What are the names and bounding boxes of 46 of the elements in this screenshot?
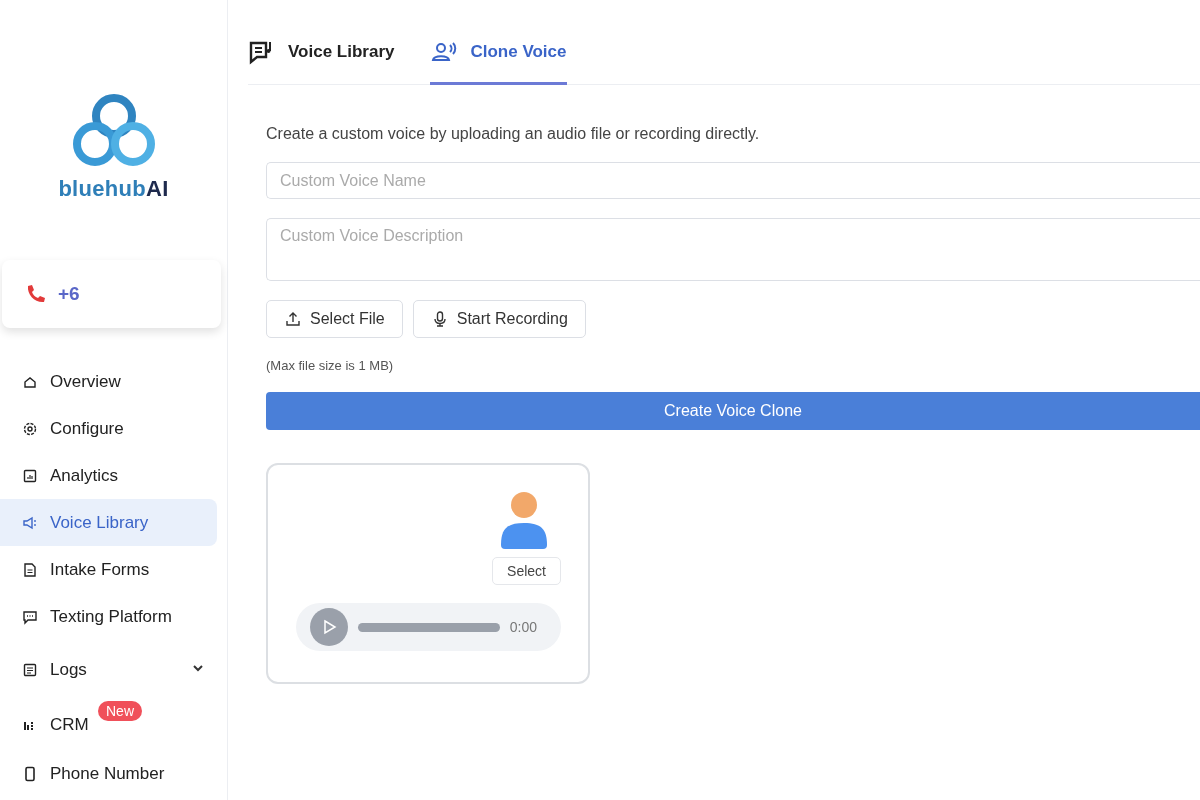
sidebar-item-label: Phone Number (50, 763, 165, 784)
play-icon (321, 619, 337, 635)
chart-icon (22, 467, 38, 484)
sidebar-item-label: Voice Library (50, 512, 149, 533)
create-voice-clone-button[interactable]: Create Voice Clone (266, 392, 1200, 430)
time-text: 0:00 (509, 619, 537, 635)
sidebar-item[interactable]: Intake Forms (0, 546, 217, 593)
voice-description-field[interactable]: Custom Voice Description (266, 218, 1200, 281)
description-text: Create a custom voice by uploading an audio file or recording directly. (266, 125, 761, 143)
list-icon (22, 661, 38, 678)
sidebar-item-label: Texting Platform (50, 606, 172, 627)
sidebar-item[interactable]: Texting Platform (0, 593, 217, 640)
brand-name: bluehubAI (58, 176, 169, 202)
sidebar-item[interactable]: Logs (0, 644, 217, 695)
sidebar-item[interactable]: Analytics (0, 452, 217, 499)
progress-track[interactable] (358, 622, 500, 632)
doc-icon (22, 561, 38, 578)
phone-number: +6 (58, 283, 80, 305)
file-size-note: (Max file size is 1 MB) (266, 358, 395, 373)
voice-name-field[interactable]: Custom Voice Name (266, 162, 1200, 199)
start-recording-button[interactable]: Start Recording (412, 300, 586, 338)
sidebar-item[interactable]: Configure (0, 405, 217, 452)
play-button[interactable] (310, 608, 348, 646)
sidebar-item-label: Analytics (50, 465, 119, 486)
message-icon (22, 608, 38, 625)
speaker-icon (22, 514, 38, 531)
gear-icon (22, 420, 38, 437)
sidebar-item[interactable]: CRM New (0, 699, 217, 750)
sidebar-item[interactable]: Voice Library (0, 499, 217, 546)
upload-icon (285, 311, 301, 327)
sidebar-item-label: Configure (50, 418, 124, 439)
sidebar-item-label: Logs (50, 659, 87, 680)
microphone-icon (431, 311, 448, 327)
avatar-icon (499, 491, 549, 549)
select-button[interactable]: Select (492, 557, 561, 585)
sidebar-item-label: CRM (50, 714, 89, 735)
tab[interactable]: Voice Library (248, 25, 395, 85)
tab[interactable]: Clone Voice (430, 25, 567, 85)
phone-icon (22, 765, 38, 782)
sidebar-item[interactable]: Overview (0, 358, 217, 405)
sidebar-item[interactable]: Phone Number (0, 750, 217, 797)
select-file-button[interactable]: Select File (266, 300, 403, 338)
phone-card[interactable]: +6 (2, 260, 221, 328)
sidebar-item-label: Intake Forms (50, 559, 150, 580)
new-badge: New (98, 701, 142, 721)
sidebar-item-label: Overview (50, 371, 121, 392)
